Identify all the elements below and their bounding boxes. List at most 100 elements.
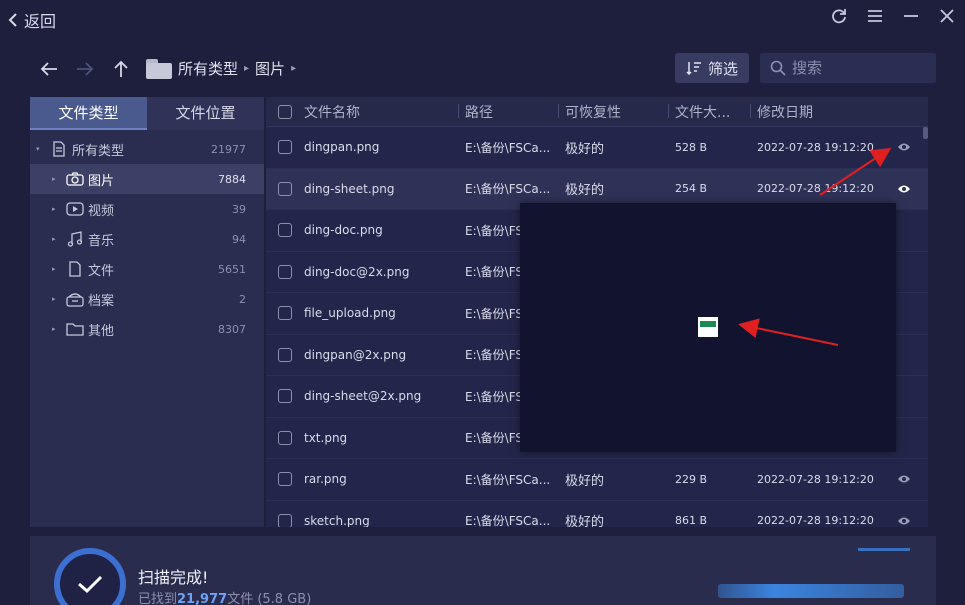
- file-path: E:\备份\FSCa...: [465, 514, 551, 527]
- tree-item-label: 文件: [88, 263, 115, 279]
- window-controls: [821, 4, 965, 28]
- file-size: 861 B: [675, 514, 708, 527]
- file-path: E:\备份\FSCa...: [465, 140, 551, 155]
- header-path[interactable]: 路径: [465, 102, 565, 122]
- breadcrumb-root[interactable]: 所有类型: [178, 58, 238, 79]
- close-icon[interactable]: [929, 4, 965, 28]
- file-name: ding-doc@2x.png: [304, 264, 410, 279]
- file-name: ding-doc.png: [304, 223, 383, 238]
- preview-eye-icon[interactable]: [887, 516, 921, 526]
- forward-arrow-icon[interactable]: [74, 58, 96, 80]
- header-size[interactable]: 文件大...: [675, 102, 757, 122]
- camera-icon: [66, 170, 84, 188]
- tree-item-archives[interactable]: ▸ 档案 2: [30, 284, 264, 314]
- file-size: 528 B: [675, 140, 708, 154]
- chevron-left-icon: [8, 13, 18, 27]
- preview-image: [698, 317, 718, 337]
- file-size: 254 B: [675, 182, 708, 196]
- image-preview-popup: [520, 203, 896, 452]
- tree-item-label: 视频: [88, 203, 115, 219]
- caret-right-icon[interactable]: ▸: [52, 295, 60, 303]
- music-icon: [66, 230, 84, 248]
- breadcrumb-current[interactable]: 图片: [255, 58, 285, 79]
- modified-date: 2022-07-28 19:12:20: [757, 140, 874, 154]
- row-checkbox[interactable]: [278, 389, 292, 404]
- minimize-icon[interactable]: [893, 4, 929, 28]
- file-name: sketch.png: [304, 513, 370, 527]
- menu-icon[interactable]: [857, 4, 893, 28]
- breadcrumb-separator-icon: ▸: [291, 63, 297, 74]
- header-name[interactable]: 文件名称: [304, 102, 465, 122]
- modified-date: 2022-07-28 19:12:20: [757, 514, 874, 527]
- row-checkbox[interactable]: [278, 513, 292, 527]
- tree-item-count: 2: [239, 292, 246, 306]
- tree-item-video[interactable]: ▸ 视频 39: [30, 194, 264, 224]
- caret-right-icon[interactable]: ▸: [52, 175, 60, 183]
- caret-right-icon[interactable]: ▸: [52, 265, 60, 273]
- tree-item-label: 图片: [88, 173, 115, 189]
- table-row[interactable]: rar.png E:\备份\FSCa... 极好的 229 B 2022-07-…: [266, 459, 928, 501]
- modified-date: 2022-07-28 19:12:20: [757, 182, 874, 196]
- preview-eye-icon[interactable]: [887, 474, 921, 484]
- document-icon: [66, 260, 84, 278]
- scan-complete-title: 扫描完成!: [138, 568, 209, 587]
- tree-item-documents[interactable]: ▸ 文件 5651: [30, 254, 264, 284]
- caret-right-icon[interactable]: ▸: [52, 205, 60, 213]
- table-row[interactable]: sketch.png E:\备份\FSCa... 极好的 861 B 2022-…: [266, 501, 928, 527]
- folder-icon: [66, 320, 84, 338]
- table-row[interactable]: dingpan.png E:\备份\FSCa... 极好的 528 B 2022…: [266, 127, 928, 169]
- tree-item-images[interactable]: ▸ 图片 7884: [30, 164, 264, 194]
- caret-right-icon[interactable]: ▸: [52, 235, 60, 243]
- caret-down-icon[interactable]: ▾: [36, 145, 44, 153]
- table-header: 文件名称 路径 可恢复性 文件大... 修改日期: [266, 97, 928, 127]
- back-button[interactable]: 返回: [8, 8, 56, 32]
- tree-item-label: 所有类型: [72, 143, 125, 159]
- up-arrow-icon[interactable]: [110, 58, 132, 80]
- row-checkbox[interactable]: [278, 264, 292, 279]
- select-all-cell: [266, 104, 304, 119]
- header-recoverability[interactable]: 可恢复性: [565, 102, 675, 122]
- tab-file-location[interactable]: 文件位置: [147, 97, 264, 130]
- recoverability: 极好的: [565, 141, 605, 157]
- recoverability: 极好的: [565, 515, 605, 527]
- recoverability: 极好的: [565, 473, 605, 489]
- preview-eye-icon[interactable]: [887, 142, 921, 152]
- caret-right-icon[interactable]: ▸: [52, 325, 60, 333]
- row-checkbox[interactable]: [278, 347, 292, 362]
- file-name: ding-sheet@2x.png: [304, 389, 422, 404]
- tree-item-count: 7884: [218, 172, 246, 186]
- search-icon: [770, 60, 786, 76]
- back-arrow-icon[interactable]: [38, 58, 60, 80]
- row-checkbox[interactable]: [278, 306, 292, 321]
- row-checkbox[interactable]: [278, 181, 292, 196]
- tree-item-label: 音乐: [88, 233, 115, 249]
- preview-eye-icon[interactable]: [887, 184, 921, 194]
- tree-item-music[interactable]: ▸ 音乐 94: [30, 224, 264, 254]
- row-checkbox[interactable]: [278, 472, 292, 487]
- file-size: 229 B: [675, 472, 708, 486]
- search-input[interactable]: [792, 59, 932, 77]
- tree-item-other[interactable]: ▸ 其他 8307: [30, 314, 264, 344]
- tree-item-all-types[interactable]: ▾ 所有类型 21977: [30, 134, 264, 164]
- scan-status-bar: 扫描完成! 已找到21,977文件 (5.8 GB): [30, 536, 936, 605]
- file-name: txt.png: [304, 430, 348, 445]
- type-tree: ▾ 所有类型 21977 ▸ 图片 7884 ▸ 视频 39 ▸ 音乐 94 ▸…: [30, 130, 264, 344]
- filter-button[interactable]: 筛选: [675, 53, 749, 83]
- document-list-icon: [50, 140, 68, 158]
- file-name: rar.png: [304, 472, 347, 487]
- tree-item-count: 94: [232, 232, 246, 246]
- row-checkbox[interactable]: [278, 430, 292, 445]
- tab-file-type[interactable]: 文件类型: [30, 97, 147, 130]
- file-name: file_upload.png: [304, 306, 396, 321]
- search-box: [760, 53, 936, 83]
- table-scrollbar[interactable]: [923, 127, 928, 139]
- sidebar: 文件类型 文件位置 ▾ 所有类型 21977 ▸ 图片 7884 ▸ 视频 39: [30, 97, 264, 527]
- select-all-checkbox[interactable]: [278, 104, 292, 119]
- row-checkbox[interactable]: [278, 223, 292, 238]
- recoverability: 极好的: [565, 183, 605, 199]
- header-date[interactable]: 修改日期: [757, 102, 887, 122]
- folder-icon: [146, 58, 172, 79]
- refresh-icon[interactable]: [821, 4, 857, 28]
- tree-item-label: 档案: [88, 293, 115, 309]
- row-checkbox[interactable]: [278, 140, 292, 155]
